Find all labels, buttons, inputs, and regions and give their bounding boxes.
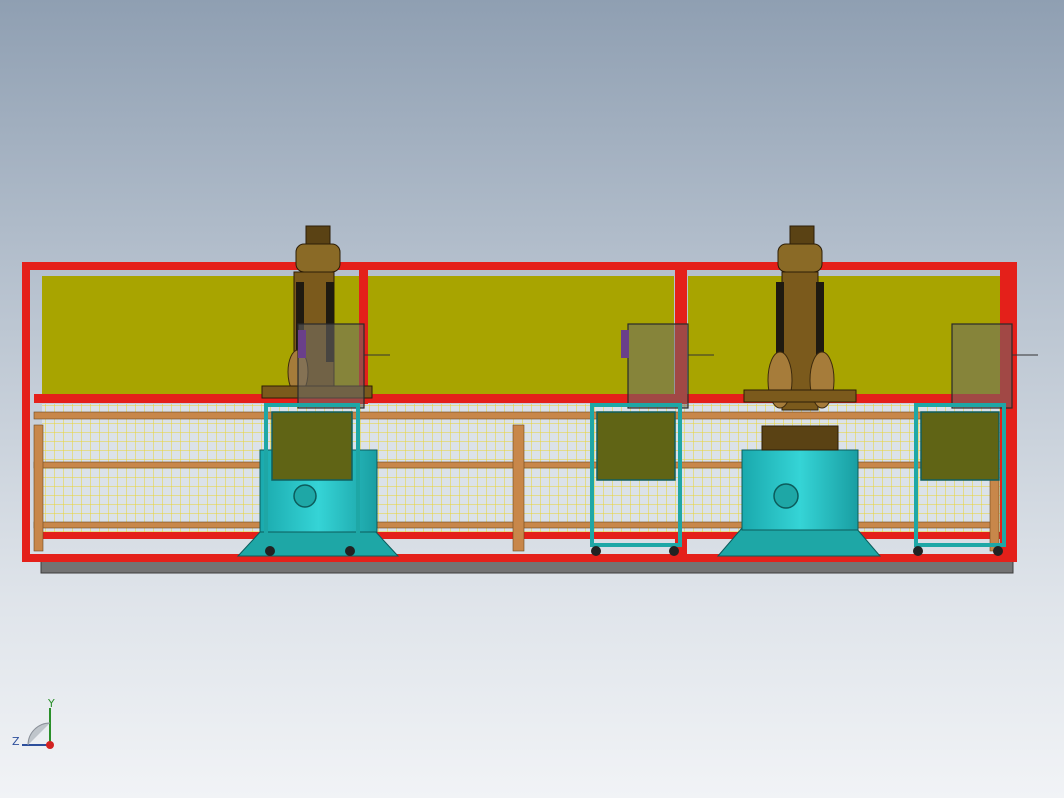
orientation-triad: Y Z [6, 698, 66, 758]
safety-fence [22, 262, 1017, 562]
triad-y-label: Y [48, 697, 55, 710]
triad-axes-icon [22, 708, 54, 749]
triad-z-label: Z [12, 735, 20, 748]
graphics-viewport[interactable]: Y Z [0, 0, 1064, 798]
cad-model-view[interactable] [0, 0, 1064, 798]
